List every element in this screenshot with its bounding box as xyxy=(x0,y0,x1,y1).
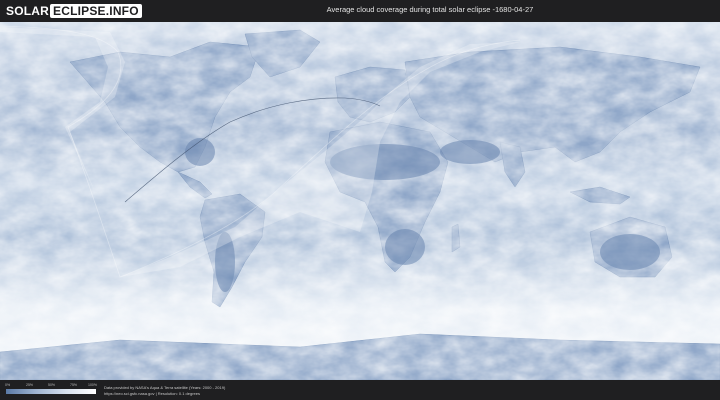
cloud-coverage-legend-bar xyxy=(6,389,96,394)
legend-tick-75: 75% xyxy=(70,383,78,387)
header-bar: SOLAR ECLIPSE.INFO Average cloud coverag… xyxy=(0,0,720,22)
legend-tick-100: 100% xyxy=(88,383,97,387)
legend-tick-50: 50% xyxy=(48,383,56,387)
page-title: Average cloud coverage during total sola… xyxy=(326,5,534,14)
world-map-svg xyxy=(0,22,720,380)
footer-bar xyxy=(0,380,720,400)
cloud-coverage-map xyxy=(0,22,720,380)
logo-eclipse-text: ECLIPSE.INFO xyxy=(50,4,142,18)
legend-tick-25: 25% xyxy=(26,383,34,387)
data-source-url[interactable]: https://neo.sci.gsfc.nasa.gov | Resoluti… xyxy=(104,391,200,396)
site-logo[interactable]: SOLAR ECLIPSE.INFO xyxy=(6,3,142,19)
legend-tick-0: 0% xyxy=(5,383,11,387)
data-credit-text: Data provided by NASA's Aqua & Terra sat… xyxy=(104,385,226,390)
logo-solar-text: SOLAR xyxy=(6,4,49,18)
